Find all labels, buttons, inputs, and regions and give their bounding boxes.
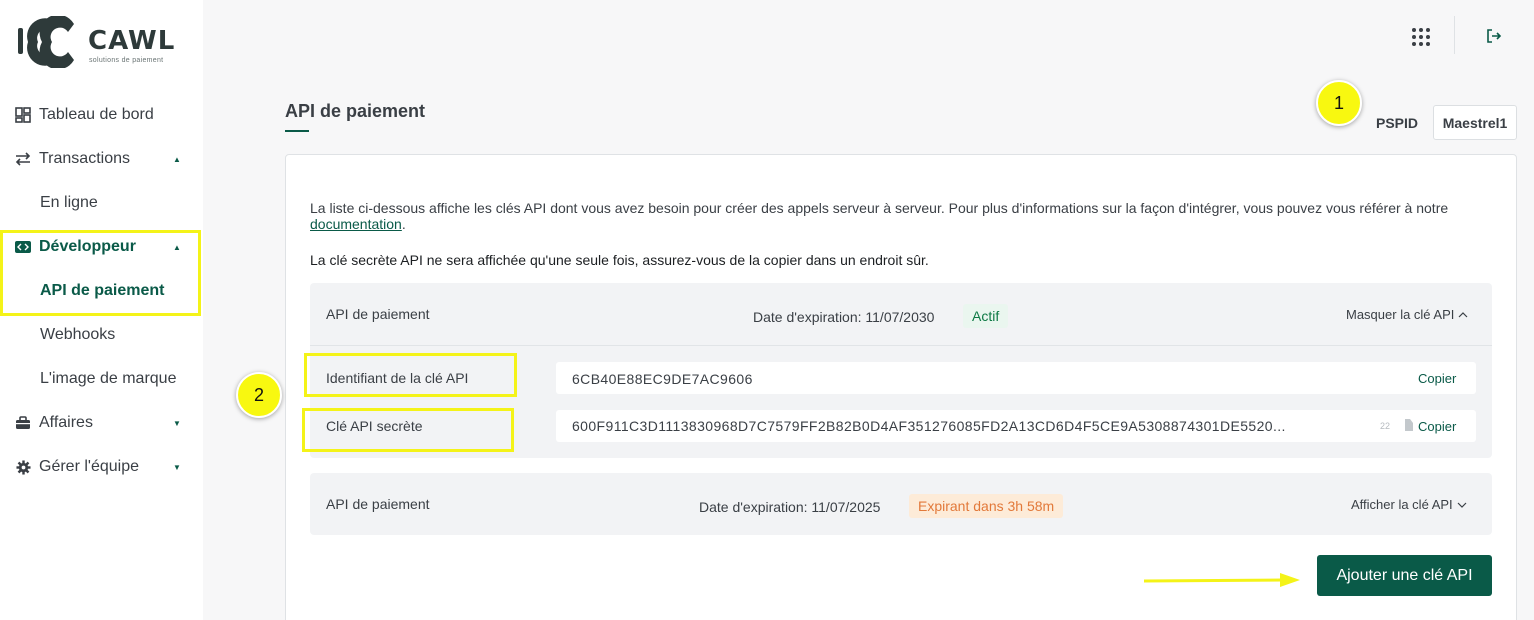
sidebar-item-label: Affaires bbox=[39, 414, 93, 431]
annotation-arrow-icon bbox=[1143, 573, 1300, 587]
sidebar-item-webhooks[interactable]: Webhooks bbox=[40, 315, 115, 355]
sidebar-item-label: Tableau de bord bbox=[39, 106, 154, 123]
hide-key-toggle[interactable]: Masquer la clé API bbox=[1346, 307, 1468, 322]
sidebar-item-label: En ligne bbox=[40, 194, 98, 211]
apps-grid-icon[interactable] bbox=[1412, 28, 1430, 46]
brand-name: CAWL bbox=[88, 26, 176, 56]
secret-key-field[interactable]: 600F911C3D1113830968D7C7579FF2B82B0D4AF3… bbox=[556, 410, 1476, 442]
swap-arrows-icon bbox=[15, 152, 31, 166]
caret-up-icon: ▲ bbox=[173, 154, 181, 164]
sidebar-item-label: Transactions bbox=[39, 150, 130, 167]
logout-icon[interactable] bbox=[1486, 28, 1504, 46]
brand-tagline: solutions de paiement bbox=[89, 57, 164, 64]
caret-down-icon: ▼ bbox=[173, 462, 181, 472]
secret-warning: La clé secrète API ne sera affichée qu'u… bbox=[310, 252, 929, 268]
sidebar-item-en-ligne[interactable]: En ligne bbox=[40, 183, 98, 223]
panel-divider bbox=[310, 345, 1492, 346]
documentation-link[interactable]: documentation bbox=[310, 216, 402, 232]
add-api-key-button[interactable]: Ajouter une clé API bbox=[1317, 555, 1492, 596]
sidebar-item-branding[interactable]: L'image de marque bbox=[40, 359, 176, 399]
sidebar-item-transactions[interactable]: Transactions ▲ bbox=[0, 139, 203, 179]
topbar-divider bbox=[1454, 16, 1455, 54]
briefcase-icon bbox=[15, 416, 31, 430]
status-badge-active: Actif bbox=[963, 304, 1009, 328]
key-name: API de paiement bbox=[326, 306, 430, 322]
intro-text-body: La liste ci-dessous affiche les clés API… bbox=[310, 200, 1449, 216]
key-id-value: 6CB40E88EC9DE7AC9606 bbox=[572, 371, 753, 387]
highlight-box-developer bbox=[0, 230, 201, 316]
copy-key-id-button[interactable]: Copier bbox=[1418, 371, 1456, 386]
gear-icon bbox=[15, 459, 31, 475]
key-name: API de paiement bbox=[326, 496, 430, 512]
annotation-badge-1: 1 bbox=[1316, 80, 1362, 126]
sidebar-item-affaires[interactable]: Affaires ▼ bbox=[0, 403, 203, 443]
sidebar-item-label: Gérer l'équipe bbox=[39, 458, 139, 475]
sidebar-item-label: L'image de marque bbox=[40, 370, 177, 387]
sidebar: CAWL solutions de paiement Tableau de bo… bbox=[0, 0, 203, 620]
status-badge-expiring: Expirant dans 3h 58m bbox=[909, 494, 1064, 518]
dashboard-icon bbox=[15, 107, 31, 123]
annotation-badge-2: 2 bbox=[236, 372, 282, 418]
sidebar-item-label: Webhooks bbox=[40, 326, 116, 343]
hide-key-label: Masquer la clé API bbox=[1346, 307, 1455, 322]
pspid-selector[interactable]: Maestrel1 bbox=[1433, 105, 1517, 140]
copy-icon bbox=[1405, 419, 1413, 431]
page-title: API de paiement bbox=[285, 101, 426, 121]
caret-down-icon: ▼ bbox=[173, 418, 181, 428]
api-key-panel-2 bbox=[310, 473, 1492, 535]
sidebar-item-dashboard[interactable]: Tableau de bord bbox=[0, 95, 203, 135]
key-expiry: Date d'expiration: 11/07/2025 bbox=[699, 499, 881, 515]
cawl-logo[interactable]: CAWL solutions de paiement bbox=[16, 14, 186, 70]
title-underline bbox=[285, 130, 309, 132]
key-id-field[interactable]: 6CB40E88EC9DE7AC9606 Copier bbox=[556, 362, 1476, 394]
intro-text: La liste ci-dessous affiche les clés API… bbox=[310, 200, 1500, 232]
secret-length-count: 22 bbox=[1380, 421, 1391, 431]
sidebar-item-gerer-equipe[interactable]: Gérer l'équipe ▼ bbox=[0, 447, 203, 487]
cawl-logo-mark-icon bbox=[18, 14, 74, 70]
chevron-up-icon bbox=[1458, 311, 1468, 317]
pspid-label: PSPID bbox=[1376, 115, 1419, 131]
secret-key-value: 600F911C3D1113830968D7C7579FF2B82B0D4AF3… bbox=[572, 418, 1286, 434]
key-expiry: Date d'expiration: 11/07/2030 bbox=[753, 309, 935, 325]
chevron-down-icon bbox=[1457, 502, 1467, 508]
highlight-box-secret bbox=[302, 408, 514, 452]
highlight-box-key-id bbox=[304, 353, 517, 397]
show-key-label: Afficher la clé API bbox=[1351, 497, 1453, 512]
intro-text-end: . bbox=[401, 216, 406, 232]
show-key-toggle[interactable]: Afficher la clé API bbox=[1351, 497, 1467, 512]
copy-secret-button[interactable]: Copier bbox=[1418, 419, 1456, 434]
